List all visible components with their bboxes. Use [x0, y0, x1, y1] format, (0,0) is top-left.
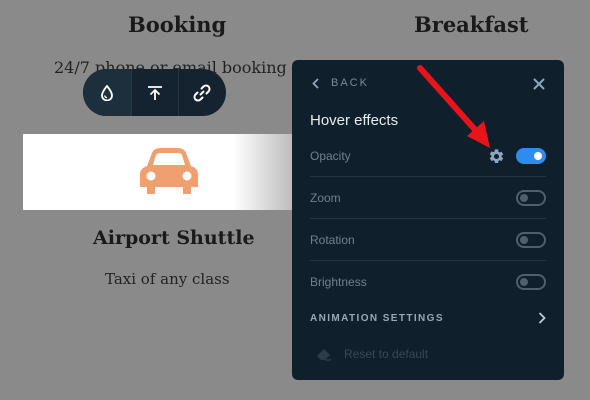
effect-row-rotation: Rotation: [292, 219, 564, 261]
drop-icon: [101, 84, 113, 101]
effect-row-brightness: Brightness: [292, 261, 564, 303]
back-button[interactable]: BACK: [312, 77, 369, 89]
close-icon[interactable]: [532, 77, 546, 91]
effect-label: Rotation: [310, 233, 355, 247]
link-button[interactable]: [178, 69, 225, 116]
booking-title: Booking: [128, 12, 227, 37]
chevron-right-icon: [538, 312, 546, 324]
breakfast-title: Breakfast: [414, 12, 529, 37]
car-icon: [140, 148, 198, 194]
style-button[interactable]: [83, 69, 131, 116]
panel-title: Hover effects: [310, 112, 399, 129]
zoom-toggle[interactable]: [516, 190, 546, 206]
rotation-toggle[interactable]: [516, 232, 546, 248]
shuttle-title: Airport Shuttle: [93, 227, 255, 249]
effect-row-opacity: Opacity: [292, 135, 564, 177]
chevron-left-icon: [312, 77, 319, 89]
reset-label: Reset to default: [344, 347, 429, 361]
opacity-toggle[interactable]: [516, 148, 546, 164]
effect-label: Brightness: [310, 275, 367, 289]
floating-toolbar: [83, 69, 226, 116]
gear-icon[interactable]: [488, 148, 505, 165]
hover-effects-panel: BACK Hover effects Opacity Zoom Rotation…: [292, 60, 564, 380]
align-top-icon: [148, 85, 162, 100]
align-top-button[interactable]: [131, 69, 178, 116]
reset-to-default-button[interactable]: Reset to default: [316, 347, 428, 361]
effect-row-zoom: Zoom: [292, 177, 564, 219]
animation-settings-label: ANIMATION SETTINGS: [310, 312, 444, 324]
shuttle-subtitle: Taxi of any class: [105, 270, 230, 288]
brightness-toggle[interactable]: [516, 274, 546, 290]
link-icon: [193, 83, 211, 102]
effect-label: Opacity: [310, 149, 351, 163]
back-label: BACK: [331, 77, 369, 89]
eraser-icon: [317, 349, 331, 361]
animation-settings-button[interactable]: ANIMATION SETTINGS: [310, 310, 546, 326]
effect-label: Zoom: [310, 191, 341, 205]
